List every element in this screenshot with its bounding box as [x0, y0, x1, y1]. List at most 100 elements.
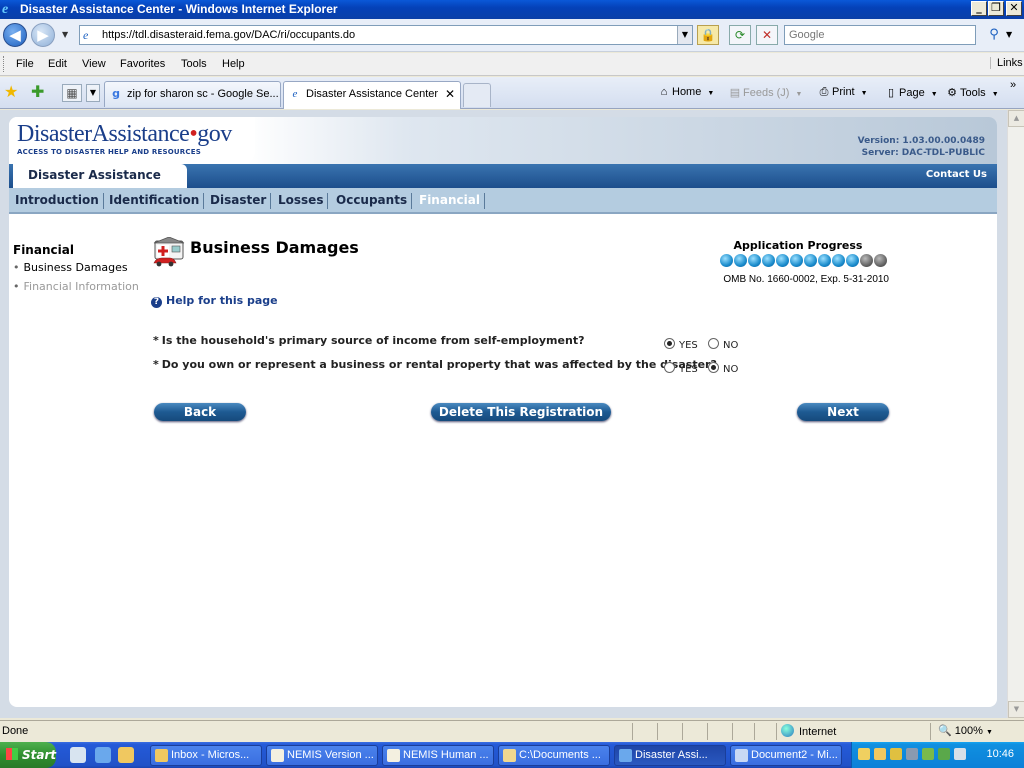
new-tab-button[interactable] [463, 83, 491, 107]
status-panel [707, 723, 732, 740]
scroll-up-icon[interactable]: ▲ [1008, 110, 1024, 127]
google-icon: g [112, 87, 120, 100]
quick-tabs-icon[interactable]: ▦ [62, 84, 82, 102]
version-info: Version: 1.03.00.00.0489 Server: DAC-TDL… [858, 135, 985, 159]
volume-icon[interactable] [954, 748, 966, 760]
word-icon [735, 749, 748, 762]
start-button[interactable]: Start [0, 742, 56, 768]
search-input[interactable]: Google [784, 25, 976, 45]
scroll-down-icon[interactable]: ▼ [1008, 701, 1024, 718]
tab-label: Disaster Assistance Center [306, 88, 439, 100]
taskbar-item-documents[interactable]: C:\Documents ... [498, 745, 610, 766]
taskbar-item-document2[interactable]: Document2 - Mi... [730, 745, 842, 766]
taskbar-item-disaster-assistance[interactable]: Disaster Assi... [614, 745, 726, 766]
refresh-icon[interactable]: ⟳ [729, 25, 751, 45]
close-tab-icon[interactable]: ✕ [445, 87, 455, 101]
nav-disaster[interactable]: Disaster [210, 193, 272, 209]
contact-us-link[interactable]: Contact Us [926, 169, 987, 180]
recent-pages-dropdown[interactable]: ▼ [62, 30, 68, 39]
toolbar-grip[interactable] [3, 56, 6, 72]
vertical-scrollbar[interactable]: ▲ ▼ [1007, 110, 1024, 718]
print-button[interactable]: ⎙ Print ▼ [816, 86, 868, 99]
page-favicon-icon: e [83, 28, 89, 42]
nav-occupants[interactable]: Occupants [336, 193, 413, 209]
add-favorite-icon[interactable]: ✚ [31, 83, 44, 101]
question-business-property: * Do you own or represent a business or r… [153, 358, 717, 371]
menu-file[interactable]: File [16, 58, 34, 70]
outlook-reminder-icon[interactable] [874, 748, 886, 760]
minimize-button[interactable]: _ [971, 1, 987, 16]
page-menu-button[interactable]: ▯ Page ▼ [883, 86, 938, 99]
back-button[interactable]: Back [154, 403, 246, 421]
security-zone[interactable]: Internet [781, 724, 836, 738]
delete-registration-button[interactable]: Delete This Registration [431, 403, 611, 421]
nav-financial: Financial [419, 193, 485, 209]
stop-icon[interactable]: ✕ [756, 25, 778, 45]
search-options-dropdown[interactable]: ▼ [1006, 30, 1012, 39]
feeds-button[interactable]: ▤ Feeds (J) ▼ [727, 86, 803, 99]
address-dropdown[interactable]: ▼ [677, 26, 692, 44]
menu-edit[interactable]: Edit [48, 58, 67, 70]
quicklaunch-desktop-icon[interactable] [70, 747, 86, 763]
address-url[interactable]: https://tdl.disasteraid.fema.gov/DAC/ri/… [102, 29, 355, 41]
help-question-icon: ? [151, 297, 162, 308]
self-employment-no-radio[interactable] [708, 338, 719, 349]
vpn-icon[interactable] [922, 748, 934, 760]
progress-step-complete [790, 254, 803, 267]
quicklaunch-outlook-icon[interactable] [118, 747, 134, 763]
page-content: DisasterAssistance•gov ACCESS TO DISASTE… [9, 117, 997, 707]
tabs-bar: ★ ✚ ▦ ▼ g zip for sharon sc - Google Se.… [0, 77, 1024, 109]
next-button[interactable]: Next [797, 403, 889, 421]
self-employment-yes-radio[interactable] [664, 338, 675, 349]
taskbar-item-nemis-human[interactable]: NEMIS Human ... [382, 745, 494, 766]
nav-introduction[interactable]: Introduction [15, 193, 104, 209]
favorites-star-icon[interactable]: ★ [4, 83, 18, 101]
gear-icon: ⚙ [947, 87, 957, 99]
maximize-button[interactable]: ❐ [988, 1, 1004, 16]
security-shield-icon[interactable] [890, 748, 902, 760]
security-lock-icon[interactable]: 🔒 [697, 25, 719, 45]
nav-identification[interactable]: Identification [109, 193, 205, 209]
window-title-bar[interactable]: e Disaster Assistance Center - Windows I… [0, 0, 1024, 19]
update-icon[interactable] [938, 748, 950, 760]
search-icon[interactable]: ⚲ [983, 25, 1005, 45]
network-icon[interactable] [906, 748, 918, 760]
menu-help[interactable]: Help [222, 58, 245, 70]
links-toolbar[interactable]: Links [990, 57, 1023, 69]
home-button[interactable]: ⌂ Home ▼ [656, 86, 715, 98]
mail-icon[interactable] [858, 748, 870, 760]
business-property-yes-radio[interactable] [664, 362, 675, 373]
taskbar-item-inbox[interactable]: Inbox - Micros... [150, 745, 262, 766]
tab-list-dropdown[interactable]: ▼ [86, 84, 100, 102]
menu-tools[interactable]: Tools [181, 58, 207, 70]
tools-menu-button[interactable]: ⚙ Tools ▼ [944, 86, 999, 99]
close-window-button[interactable]: ✕ [1006, 1, 1022, 16]
menu-view[interactable]: View [82, 58, 106, 70]
quicklaunch-ie-icon[interactable] [95, 747, 111, 763]
taskbar: Start Inbox - Micros... NEMIS Version ..… [0, 742, 1024, 768]
forward-arrow-icon[interactable]: ▶ [31, 23, 55, 47]
business-property-no-radio[interactable] [708, 362, 719, 373]
tab-google-search[interactable]: g zip for sharon sc - Google Se... [104, 81, 281, 107]
site-logo[interactable]: DisasterAssistance•gov ACCESS TO DISASTE… [13, 117, 255, 165]
more-commands-icon[interactable]: » [1010, 79, 1016, 91]
progress-step-complete [720, 254, 733, 267]
help-link[interactable]: ? Help for this page [151, 294, 278, 308]
nav-losses[interactable]: Losses [278, 193, 329, 209]
zoom-control[interactable]: 🔍 100% ▼ [938, 724, 993, 737]
progress-step-complete [846, 254, 859, 267]
page-label: Page [899, 87, 925, 99]
taskbar-item-label: Disaster Assi... [635, 749, 708, 761]
help-label: Help for this page [166, 294, 278, 307]
tab-disaster-assistance[interactable]: e Disaster Assistance Center ✕ [283, 81, 461, 109]
progress-step-complete [748, 254, 761, 267]
sidebar-item-business-damages[interactable]: • Business Damages [13, 261, 128, 274]
menu-favorites[interactable]: Favorites [120, 58, 165, 70]
status-bar: Done Internet 🔍 100% ▼ [0, 720, 1024, 742]
bullet-icon: • [13, 280, 20, 293]
feeds-label: Feeds (J) [743, 87, 790, 99]
taskbar-item-nemis-version[interactable]: NEMIS Version ... [266, 745, 378, 766]
question-self-employment: * Is the household's primary source of in… [153, 334, 584, 347]
address-bar[interactable]: e https://tdl.disasteraid.fema.gov/DAC/r… [79, 25, 693, 45]
back-arrow-icon[interactable]: ◀ [3, 23, 27, 47]
